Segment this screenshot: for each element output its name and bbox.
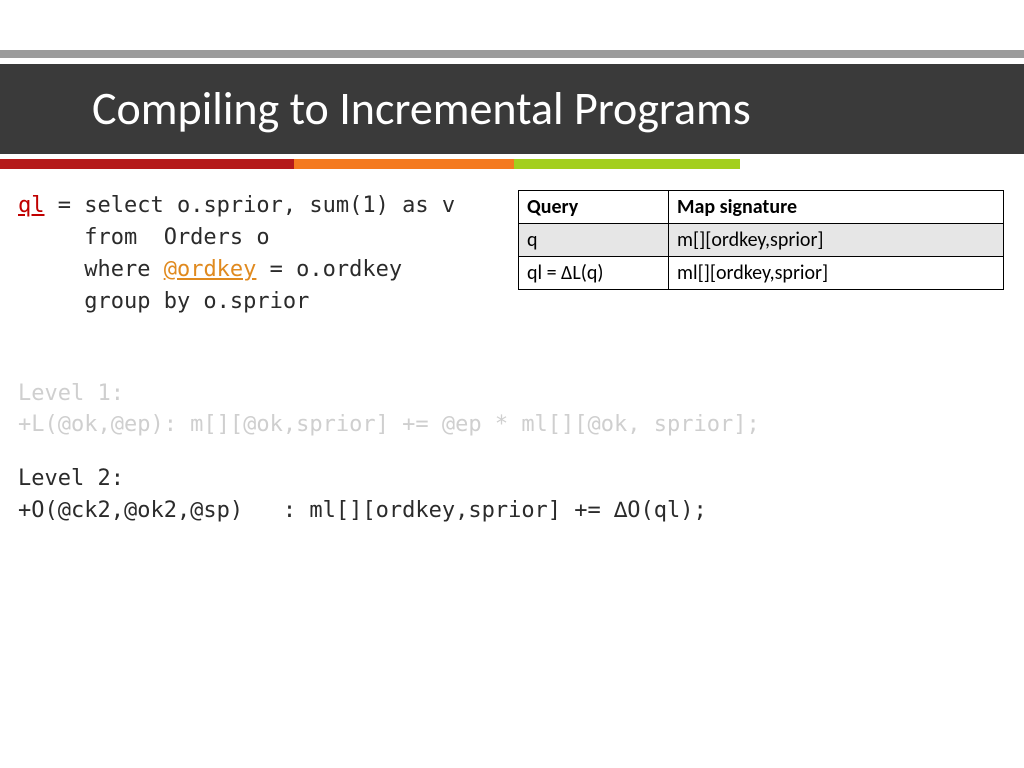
table-cell: m[][ordkey,sprior] bbox=[669, 224, 1004, 257]
accent-red bbox=[0, 159, 294, 169]
ordkey-param: @ordkey bbox=[164, 257, 257, 282]
level2-line: +O(@ck2,@ok2,@sp) : ml[][ordkey,sprior] … bbox=[18, 495, 1006, 527]
accent-rest bbox=[740, 159, 1024, 169]
ql-keyword: ql bbox=[18, 193, 45, 218]
table-cell: ql = ∆L(q) bbox=[519, 257, 669, 290]
top-grey-stripe bbox=[0, 50, 1024, 58]
slide-title: Compiling to Incremental Programs bbox=[92, 81, 751, 137]
table-cell: ml[][ordkey,sprior] bbox=[669, 257, 1004, 290]
level2-block: Level 2: +O(@ck2,@ok2,@sp) : ml[][ordkey… bbox=[18, 463, 1006, 527]
code-text: where bbox=[18, 257, 164, 282]
code-line: group by o.sprior bbox=[18, 286, 1006, 318]
table-header-mapsig: Map signature bbox=[669, 191, 1004, 224]
map-signature-table: Query Map signature q m[][ordkey,sprior]… bbox=[518, 190, 1004, 290]
table-header-row: Query Map signature bbox=[519, 191, 1004, 224]
level2-label: Level 2: bbox=[18, 463, 1006, 495]
slide-content: ql = select o.sprior, sum(1) as v from O… bbox=[18, 190, 1006, 527]
code-text: = select o.sprior, sum(1) as v bbox=[45, 193, 456, 218]
accent-green bbox=[514, 159, 740, 169]
code-text: group by o.sprior bbox=[18, 289, 309, 314]
accent-orange bbox=[294, 159, 514, 169]
level1-label: Level 1: bbox=[18, 378, 1006, 410]
title-bar: Compiling to Incremental Programs bbox=[0, 64, 1024, 154]
table-header-query: Query bbox=[519, 191, 669, 224]
level1-line: +L(@ok,@ep): m[][@ok,sprior] += @ep * ml… bbox=[18, 409, 1006, 441]
level1-block: Level 1: +L(@ok,@ep): m[][@ok,sprior] +=… bbox=[18, 378, 1006, 442]
table-row: q m[][ordkey,sprior] bbox=[519, 224, 1004, 257]
table-row: ql = ∆L(q) ml[][ordkey,sprior] bbox=[519, 257, 1004, 290]
table-cell: q bbox=[519, 224, 669, 257]
accent-bar bbox=[0, 159, 1024, 169]
code-text: from Orders o bbox=[18, 225, 270, 250]
code-text: = o.ordkey bbox=[256, 257, 402, 282]
